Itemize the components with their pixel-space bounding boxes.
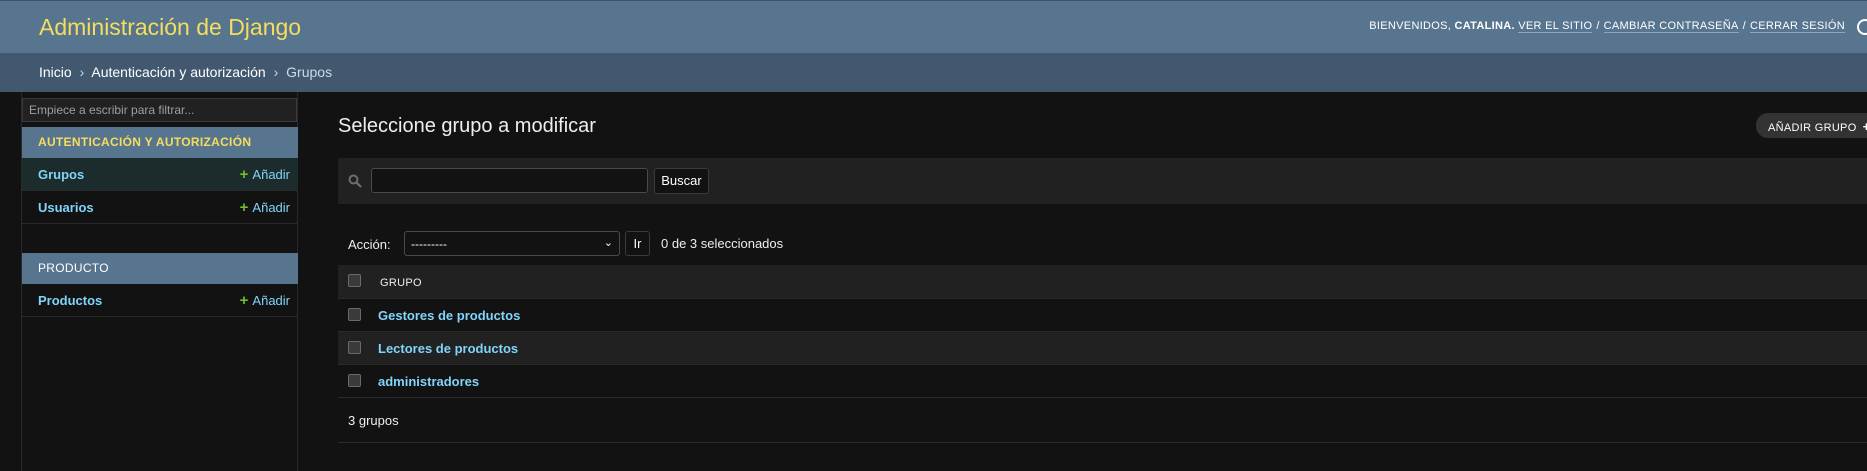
group-link[interactable]: Gestores de productos	[378, 308, 520, 323]
chevron-down-icon: ⌄	[603, 237, 613, 249]
plus-icon: +	[239, 166, 249, 183]
logout-link[interactable]: CERRAR SESIÓN	[1750, 20, 1845, 33]
breadcrumb-separator: ›	[79, 64, 85, 80]
nav-sidebar: Empiece a escribir para filtrar... AUTEN…	[21, 92, 298, 471]
search-input[interactable]	[371, 168, 648, 193]
action-label: Acción:	[348, 237, 391, 252]
sidebar-item-grupos[interactable]: Grupos + Añadir	[22, 158, 298, 191]
action-select[interactable]: --------- ⌄	[404, 231, 620, 256]
sidebar-item-usuarios[interactable]: Usuarios + Añadir	[22, 191, 298, 224]
app-caption-auth[interactable]: AUTENTICACIÓN Y AUTORIZACIÓN	[22, 127, 298, 158]
username: CATALINA.	[1454, 20, 1515, 32]
breadcrumb-separator: ›	[273, 64, 279, 80]
breadcrumb-current: Grupos	[286, 64, 333, 80]
go-button[interactable]: Ir	[625, 231, 650, 256]
group-link[interactable]: administradores	[378, 374, 479, 389]
add-group-label: AÑADIR GRUPO	[1768, 122, 1857, 134]
add-label: Añadir	[252, 167, 290, 182]
search-toolbar: Buscar	[338, 158, 1867, 204]
sidebar-item-productos[interactable]: Productos + Añadir	[22, 284, 298, 317]
welcome-text: BIENVENIDOS,	[1369, 20, 1452, 32]
group-link[interactable]: Lectores de productos	[378, 341, 518, 356]
action-selected-option: ---------	[411, 237, 447, 251]
add-grupo-link[interactable]: + Añadir	[240, 166, 290, 183]
search-button[interactable]: Buscar	[654, 168, 709, 194]
add-label: Añadir	[252, 200, 290, 215]
paginator: 3 grupos	[338, 400, 1867, 443]
search-icon	[348, 174, 362, 188]
sidebar-item-label[interactable]: Usuarios	[38, 200, 94, 215]
add-group-button[interactable]: AÑADIR GRUPO +	[1756, 113, 1867, 138]
table-row: Gestores de productos	[338, 299, 1867, 332]
add-label: Añadir	[252, 293, 290, 308]
column-header-grupo[interactable]: GRUPO	[380, 277, 422, 289]
add-producto-link[interactable]: + Añadir	[240, 292, 290, 309]
theme-toggle-icon[interactable]	[1857, 19, 1867, 35]
sidebar-item-label[interactable]: Productos	[38, 293, 102, 308]
plus-icon: +	[239, 199, 249, 216]
row-checkbox[interactable]	[348, 308, 361, 321]
nav-filter-input[interactable]: Empiece a escribir para filtrar...	[22, 98, 297, 122]
actions-bar: Acción: --------- ⌄ Ir 0 de 3 selecciona…	[338, 231, 938, 257]
table-row: Lectores de productos	[338, 332, 1867, 365]
row-checkbox[interactable]	[348, 374, 361, 387]
separator: /	[1742, 20, 1747, 32]
page-title: Seleccione grupo a modificar	[338, 115, 596, 137]
breadcrumb-app[interactable]: Autenticación y autorización	[91, 64, 265, 80]
breadcrumb: Inicio › Autenticación y autorización › …	[0, 53, 1867, 92]
site-branding[interactable]: Administración de Django	[39, 14, 301, 41]
view-site-link[interactable]: VER EL SITIO	[1518, 20, 1593, 33]
table-header: GRUPO	[338, 265, 1867, 299]
app-caption-producto[interactable]: PRODUCTO	[22, 253, 298, 284]
breadcrumb-home[interactable]: Inicio	[39, 64, 72, 80]
plus-icon: +	[239, 292, 249, 309]
separator: /	[1596, 20, 1600, 32]
add-usuario-link[interactable]: + Añadir	[240, 199, 290, 216]
table-row: administradores	[338, 365, 1867, 398]
select-all-checkbox[interactable]	[348, 274, 361, 287]
header: Administración de Django BIENVENIDOS, CA…	[0, 0, 1867, 53]
change-password-link[interactable]: CAMBIAR CONTRASEÑA	[1603, 20, 1739, 33]
action-counter: 0 de 3 seleccionados	[661, 236, 784, 251]
row-checkbox[interactable]	[348, 341, 361, 354]
sidebar-item-label[interactable]: Grupos	[38, 167, 84, 182]
user-tools: BIENVENIDOS, CATALINA. VER EL SITIO / CAMB…	[1369, 20, 1845, 33]
plus-icon: +	[1862, 119, 1867, 134]
